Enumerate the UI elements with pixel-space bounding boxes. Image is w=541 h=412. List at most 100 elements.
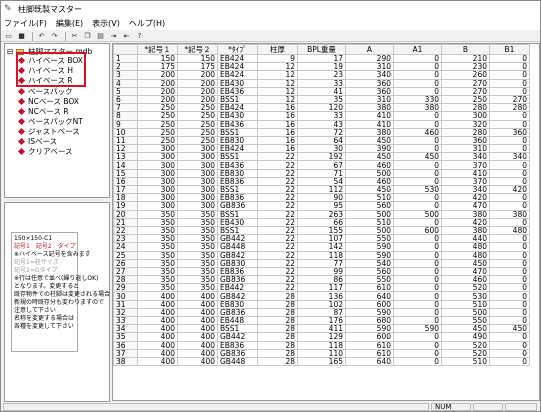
column-header[interactable]: B (441, 44, 490, 55)
table-cell[interactable]: 112 (297, 184, 346, 195)
table-cell[interactable]: 72 (297, 127, 346, 137)
table-cell[interactable]: BSS1 (217, 127, 258, 137)
table-cell[interactable]: 0 (489, 135, 530, 146)
table-cell[interactable]: 0 (489, 176, 530, 187)
table-cell[interactable]: 22 (257, 193, 298, 203)
table-cell[interactable]: 0 (393, 266, 442, 277)
table-cell[interactable]: 450 (441, 324, 490, 334)
table-cell[interactable]: 118 (297, 340, 346, 350)
table-row[interactable]: 7 250 250 EB424 16 120 380 380 280 280 (113, 103, 530, 113)
table-cell[interactable]: 550 (441, 315, 490, 326)
table-cell[interactable]: EB436 (217, 119, 258, 129)
table-cell[interactable]: 350 (137, 275, 178, 285)
table-cell[interactable]: 680 (345, 315, 394, 326)
table-cell[interactable]: 28 (257, 307, 298, 318)
table-cell[interactable]: 550 (345, 275, 394, 285)
table-cell[interactable]: 23 (297, 70, 346, 80)
table-cell[interactable]: 12 (257, 62, 298, 72)
table-cell[interactable]: 400 (177, 324, 218, 334)
table-cell[interactable]: GB830 (217, 258, 258, 268)
table-row[interactable]: 35 400 400 GB442 28 129 600 0 490 0 (113, 332, 530, 342)
table-cell[interactable]: 0 (393, 315, 442, 326)
table-cell[interactable]: EB442 (217, 283, 258, 293)
table-cell[interactable]: 250 (177, 119, 218, 129)
table-cell[interactable]: 300 (137, 176, 178, 187)
table-cell[interactable]: 0 (489, 78, 530, 88)
menu-help[interactable]: ヘルプ(H) (129, 18, 165, 29)
table-cell[interactable]: 250 (137, 119, 178, 129)
table-cell[interactable]: 0 (489, 242, 530, 252)
tree-view[interactable]: ⊟ 柱脚マスター.mdb ハイベース BOX ハイベース H ハイベース R ベ… (4, 43, 110, 198)
tree-item[interactable]: クリアベース (17, 146, 72, 156)
table-cell[interactable]: 33 (297, 78, 346, 88)
table-cell[interactable]: 300 (137, 193, 178, 203)
table-row[interactable]: 26 350 350 GB830 22 77 540 0 450 0 (113, 258, 530, 268)
tree-item[interactable]: ベースパック (17, 86, 73, 96)
column-header[interactable]: *記号１ (137, 44, 178, 55)
table-cell[interactable]: 400 (137, 307, 178, 318)
table-cell[interactable]: 16 (257, 103, 298, 113)
table-cell[interactable]: 400 (137, 324, 178, 334)
table-row[interactable]: 21 350 350 EB430 22 66 510 0 420 0 (113, 217, 530, 227)
table-cell[interactable]: 129 (297, 332, 346, 342)
table-cell[interactable]: 250 (177, 103, 218, 113)
table-cell[interactable]: 22 (257, 201, 298, 211)
table-cell[interactable]: 380 (345, 103, 394, 113)
table-row[interactable]: 10 250 250 BSS1 16 72 380 460 280 360 (113, 127, 530, 137)
table-cell[interactable]: 380 (345, 127, 394, 137)
table-cell[interactable]: 95 (297, 201, 346, 211)
table-cell[interactable]: EB424 (217, 62, 258, 72)
table-cell[interactable]: 0 (393, 201, 442, 211)
table-cell[interactable]: 0 (393, 78, 442, 88)
table-cell[interactable]: EB448 (217, 315, 258, 326)
table-cell[interactable]: 400 (137, 356, 178, 367)
column-header[interactable]: A (345, 44, 394, 55)
table-cell[interactable]: 250 (137, 103, 178, 113)
table-row[interactable]: 37 400 400 GB836 28 110 610 0 520 0 (113, 348, 530, 358)
table-cell[interactable]: 12 (257, 78, 298, 88)
table-row[interactable]: 23 350 350 GB442 22 107 550 0 440 0 (113, 234, 530, 244)
table-cell[interactable]: 165 (297, 356, 346, 367)
table-row[interactable]: 24 350 350 GB448 22 142 590 0 480 0 (113, 242, 530, 252)
table-cell[interactable]: 600 (345, 332, 394, 342)
table-cell[interactable]: 300 (177, 193, 218, 203)
table-cell[interactable]: 28 (257, 340, 298, 350)
table-cell[interactable]: 0 (393, 70, 442, 80)
table-cell[interactable]: 0 (393, 250, 442, 260)
table-cell[interactable]: 0 (393, 193, 442, 203)
table-cell[interactable]: 0 (489, 332, 530, 342)
table-cell[interactable]: 0 (393, 53, 442, 64)
table-cell[interactable]: 400 (137, 299, 178, 309)
table-cell[interactable]: 600 (345, 299, 394, 309)
table-cell[interactable]: 500 (441, 307, 490, 318)
tree-item[interactable]: ジャストベース (17, 126, 80, 136)
table-cell[interactable]: 350 (137, 266, 178, 277)
table-row[interactable]: 30 400 400 GB842 28 136 640 0 530 0 (113, 291, 530, 301)
table-row[interactable]: 16 300 300 EB836 22 54 460 0 370 0 (113, 176, 530, 187)
table-cell[interactable]: 300 (177, 152, 218, 162)
table-cell[interactable]: 200 (137, 94, 178, 105)
table-cell[interactable]: 360 (345, 78, 394, 88)
table-cell[interactable]: 340 (441, 184, 490, 195)
table-cell[interactable]: 350 (177, 234, 218, 244)
table-cell[interactable]: 16 (257, 127, 298, 137)
table-cell[interactable]: 390 (345, 144, 394, 154)
table-row[interactable]: 25 350 350 GB842 22 118 590 0 480 0 (113, 250, 530, 260)
indent-icon[interactable]: ⇥ (108, 32, 119, 41)
table-cell[interactable]: 640 (345, 291, 394, 301)
table-cell[interactable]: 350 (177, 225, 218, 236)
table-cell[interactable]: 19 (297, 62, 346, 72)
table-cell[interactable]: 590 (345, 307, 394, 318)
table-cell[interactable]: EB424 (217, 144, 258, 154)
table-cell[interactable]: 142 (297, 242, 346, 252)
table-cell[interactable]: 0 (489, 86, 530, 96)
table-cell[interactable]: 64 (297, 135, 346, 146)
table-cell[interactable]: 0 (489, 70, 530, 80)
table-cell[interactable]: 0 (393, 258, 442, 268)
table-cell[interactable]: 330 (393, 94, 442, 105)
table-cell[interactable]: 450 (345, 152, 394, 162)
table-cell[interactable]: 71 (297, 168, 346, 178)
table-cell[interactable]: 0 (393, 340, 442, 350)
table-cell[interactable]: EB830 (217, 135, 258, 146)
table-cell[interactable]: 360 (441, 135, 490, 146)
